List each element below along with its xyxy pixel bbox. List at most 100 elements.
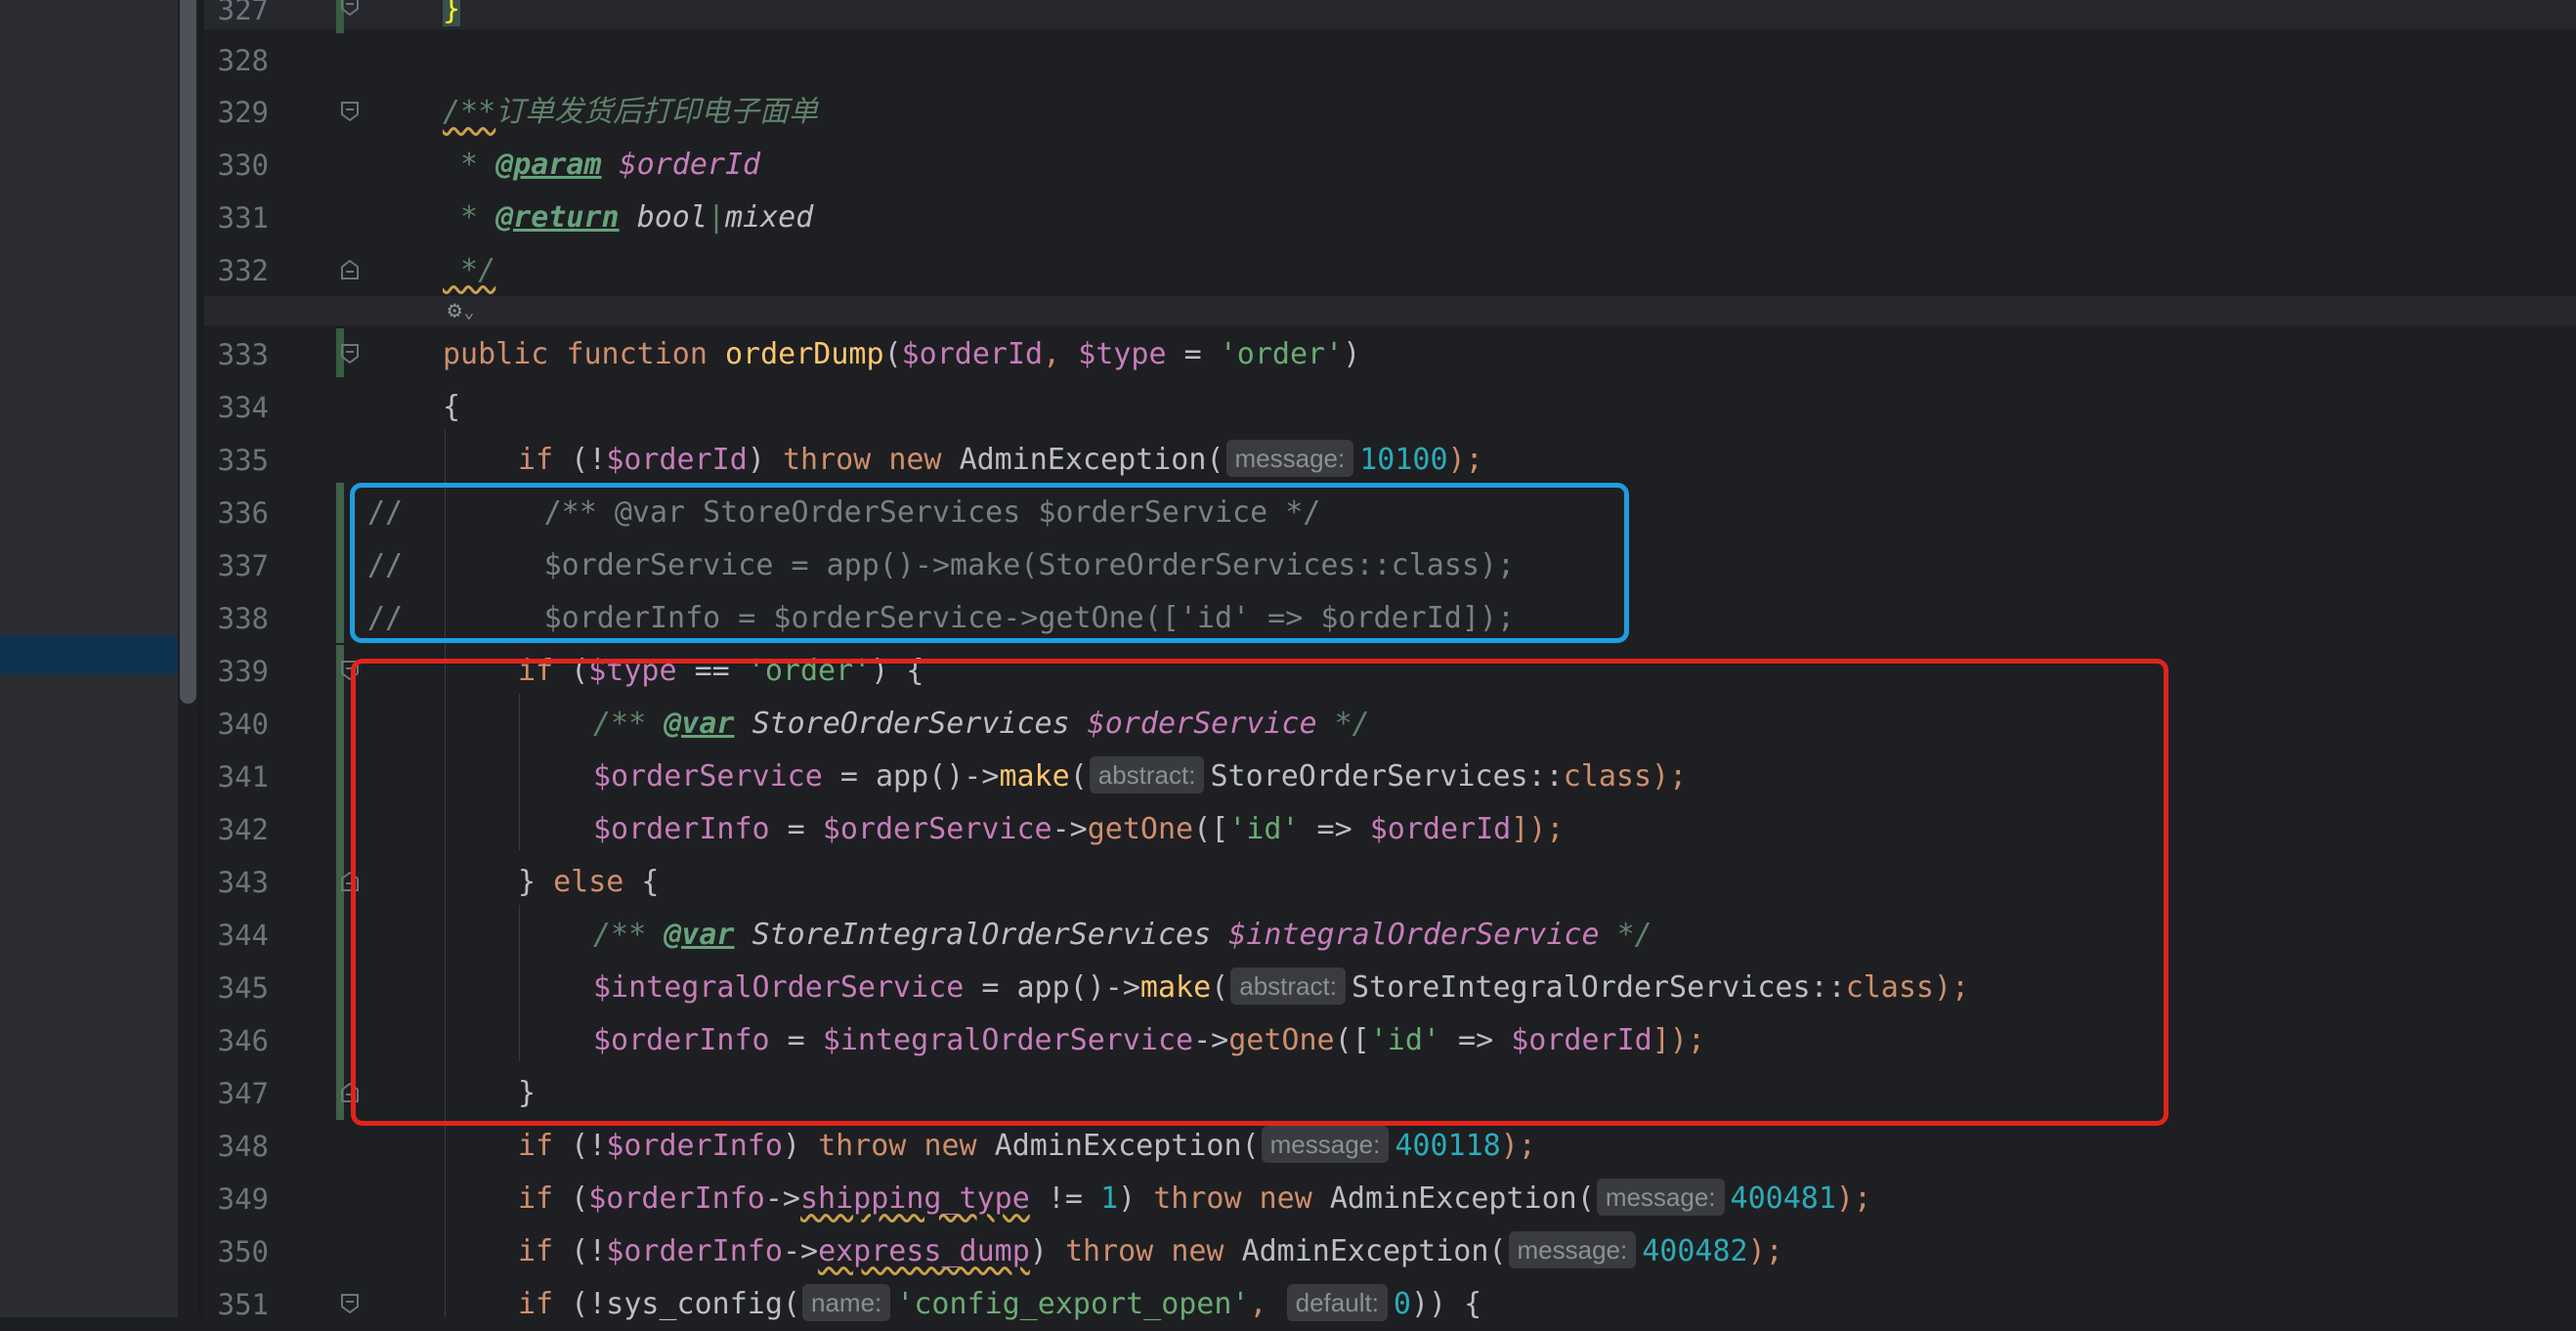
code-line-350[interactable]: if (!$orderInfo->express_dump) throw new… (518, 1225, 1783, 1278)
line-number: 331 (217, 201, 269, 235)
new-code-highlight-box (351, 659, 2168, 1126)
operator: != (1029, 1181, 1101, 1216)
keyword: if (518, 1181, 554, 1216)
vcs-added-marker[interactable] (336, 483, 344, 643)
fold-marker-icon[interactable] (341, 344, 359, 364)
chevron-down-icon[interactable]: ⌄ (463, 302, 474, 322)
fold-marker-icon[interactable] (341, 102, 359, 121)
property: shipping_type (800, 1181, 1030, 1216)
paren: ( (883, 337, 902, 371)
line-number: 334 (217, 391, 269, 424)
doc-star: * (443, 200, 496, 235)
line-number: 329 (217, 96, 269, 129)
line-number: 347 (217, 1077, 269, 1110)
line-number: 350 (217, 1235, 269, 1268)
doc-comment-text: 订单发货后打印电子面单 (495, 95, 819, 129)
param-hint: message: (1261, 1126, 1390, 1163)
line-number: 339 (217, 655, 269, 688)
line-number: 335 (217, 444, 269, 477)
line-number: 341 (217, 760, 269, 794)
punct: (! (553, 1129, 607, 1163)
line-number: 351 (217, 1288, 269, 1321)
keyword: new (923, 1129, 977, 1163)
variable: $orderId (606, 443, 748, 477)
variable: $orderInfo (606, 1234, 783, 1268)
line-number: 330 (217, 149, 269, 182)
line-number: 344 (217, 919, 269, 952)
doc-type: bool (636, 200, 708, 235)
code-line-327[interactable]: } (443, 0, 461, 36)
keyword: new (1259, 1181, 1312, 1216)
line-number: 340 (217, 708, 269, 741)
line-number: 333 (217, 338, 269, 371)
doc-comment: /** (443, 95, 496, 129)
keyword: throw (1153, 1181, 1242, 1216)
class-name: AdminException( (1329, 1181, 1595, 1216)
punct: (!sys_config( (553, 1287, 800, 1321)
comma: , (1249, 1287, 1285, 1321)
variable: $orderInfo (588, 1181, 765, 1216)
punct: ); (1447, 443, 1483, 477)
commented-code-highlight-box (350, 483, 1629, 643)
number: 400118 (1395, 1129, 1501, 1163)
project-tool-window (0, 0, 196, 1317)
tool-window-scrollbar[interactable] (180, 0, 196, 704)
code-line-332[interactable]: */ (443, 244, 495, 297)
number: 400482 (1642, 1234, 1748, 1268)
class-name: AdminException( (959, 443, 1224, 477)
line-number: 328 (217, 44, 269, 77)
line-number: 337 (217, 549, 269, 582)
code-line-348[interactable]: if (!$orderInfo) throw new AdminExceptio… (518, 1120, 1536, 1173)
ai-lens-icon[interactable]: ⚙ ⌄ (448, 295, 474, 327)
fold-marker-icon[interactable] (341, 1294, 359, 1313)
keyword: if (518, 1287, 554, 1321)
code-line-331[interactable]: * @return bool|mixed (443, 192, 813, 244)
code-line-330[interactable]: * @param $orderId (443, 139, 760, 192)
line-number: 343 (217, 866, 269, 899)
doc-tag: @param (495, 148, 602, 182)
selected-tree-item[interactable] (0, 635, 178, 674)
code-line-329[interactable]: /**订单发货后打印电子面单 (443, 86, 818, 139)
fold-marker-icon[interactable] (341, 0, 359, 16)
current-line-highlight (204, 0, 2576, 29)
code-line-333[interactable]: public function orderDump($orderId, $typ… (443, 328, 1360, 381)
doc-tag: @return (495, 200, 620, 235)
arrow: -> (782, 1234, 819, 1268)
comma: , (1043, 337, 1079, 371)
param-hint: message: (1596, 1179, 1725, 1216)
line-number: 342 (217, 813, 269, 846)
keyword: throw (818, 1129, 907, 1163)
keyword: throw (782, 443, 872, 477)
keyword: new (888, 443, 942, 477)
variable: $orderId (901, 337, 1044, 371)
number: 400481 (1730, 1181, 1836, 1216)
arrow: -> (764, 1181, 800, 1216)
doc-var: $orderId (619, 148, 761, 182)
line-number: 348 (217, 1130, 269, 1163)
code-line-335[interactable]: if (!$orderId) throw new AdminException(… (518, 434, 1483, 487)
inlay-hint-row (204, 296, 2576, 325)
class-name: AdminException( (1241, 1234, 1507, 1268)
paren: ) (1343, 337, 1361, 371)
doc-star: * (443, 148, 496, 182)
punct: (! (553, 443, 607, 477)
punct: ); (1500, 1129, 1536, 1163)
keyword: if (518, 1234, 554, 1268)
line-number: 332 (217, 254, 269, 287)
string: 'order' (1219, 337, 1344, 371)
punct: (! (553, 1234, 607, 1268)
keyword: if (518, 443, 554, 477)
number: 1 (1100, 1181, 1119, 1216)
code-line-349[interactable]: if ($orderInfo->shipping_type != 1) thro… (518, 1173, 1871, 1225)
keyword: if (518, 1129, 554, 1163)
code-line-351[interactable]: if (!sys_config(name:'config_export_open… (518, 1278, 1481, 1331)
code-line-334[interactable]: { (443, 381, 460, 434)
doc-bar: | (707, 200, 725, 235)
line-number: 345 (217, 971, 269, 1005)
punct: ) (747, 443, 783, 477)
line-number: 338 (217, 602, 269, 635)
punct: ); (1747, 1234, 1783, 1268)
variable: $orderInfo (606, 1129, 783, 1163)
fold-marker-icon[interactable] (341, 260, 359, 279)
punct: ) (782, 1129, 819, 1163)
